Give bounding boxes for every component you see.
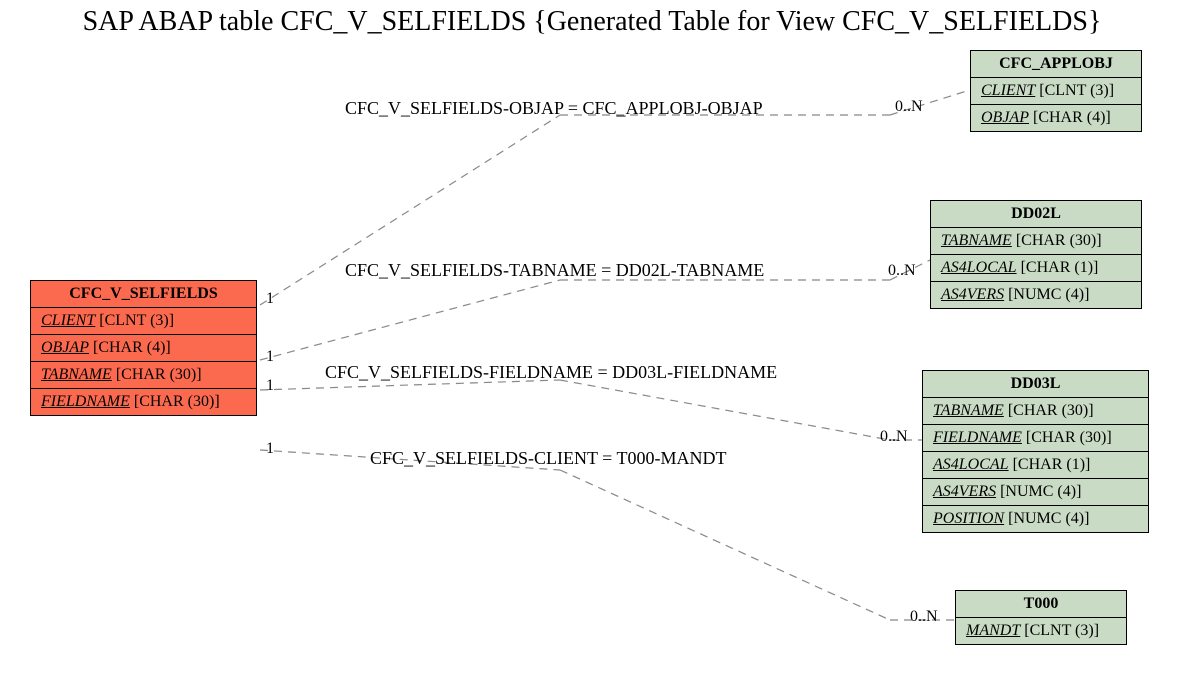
table-row: AS4VERS [NUMC (4)] (931, 282, 1141, 308)
table-header: DD02L (931, 201, 1141, 228)
table-row: AS4LOCAL [CHAR (1)] (931, 255, 1141, 282)
cardinality-one: 1 (266, 440, 274, 458)
relation-label: CFC_V_SELFIELDS-CLIENT = T000-MANDT (370, 448, 727, 469)
table-t000: T000 MANDT [CLNT (3)] (955, 590, 1127, 645)
table-header: DD03L (923, 371, 1148, 398)
relation-label: CFC_V_SELFIELDS-OBJAP = CFC_APPLOBJ-OBJA… (345, 98, 763, 119)
table-cfc-v-selfields: CFC_V_SELFIELDS CLIENT [CLNT (3)] OBJAP … (30, 280, 257, 416)
table-row: CLIENT [CLNT (3)] (31, 308, 256, 335)
table-dd02l: DD02L TABNAME [CHAR (30)] AS4LOCAL [CHAR… (930, 200, 1142, 309)
table-row: OBJAP [CHAR (4)] (31, 335, 256, 362)
table-dd03l: DD03L TABNAME [CHAR (30)] FIELDNAME [CHA… (922, 370, 1149, 533)
table-row: POSITION [NUMC (4)] (923, 506, 1148, 532)
cardinality-many: 0..N (895, 98, 923, 116)
cardinality-one: 1 (266, 377, 274, 395)
table-row: TABNAME [CHAR (30)] (31, 362, 256, 389)
table-cfc-applobj: CFC_APPLOBJ CLIENT [CLNT (3)] OBJAP [CHA… (970, 50, 1142, 132)
table-row: MANDT [CLNT (3)] (956, 618, 1126, 644)
table-row: AS4LOCAL [CHAR (1)] (923, 452, 1148, 479)
table-header: CFC_V_SELFIELDS (31, 281, 256, 308)
cardinality-one: 1 (266, 348, 274, 366)
cardinality-many: 0..N (910, 608, 938, 626)
table-row: TABNAME [CHAR (30)] (923, 398, 1148, 425)
cardinality-one: 1 (266, 290, 274, 308)
table-row: OBJAP [CHAR (4)] (971, 105, 1141, 131)
relation-label: CFC_V_SELFIELDS-TABNAME = DD02L-TABNAME (345, 260, 764, 281)
table-header: CFC_APPLOBJ (971, 51, 1141, 78)
table-header: T000 (956, 591, 1126, 618)
table-row: CLIENT [CLNT (3)] (971, 78, 1141, 105)
diagram-title: SAP ABAP table CFC_V_SELFIELDS {Generate… (0, 6, 1184, 38)
cardinality-many: 0..N (888, 262, 916, 280)
table-row: AS4VERS [NUMC (4)] (923, 479, 1148, 506)
table-row: FIELDNAME [CHAR (30)] (31, 389, 256, 415)
table-row: TABNAME [CHAR (30)] (931, 228, 1141, 255)
relation-label: CFC_V_SELFIELDS-FIELDNAME = DD03L-FIELDN… (325, 362, 777, 383)
table-row: FIELDNAME [CHAR (30)] (923, 425, 1148, 452)
cardinality-many: 0..N (880, 428, 908, 446)
